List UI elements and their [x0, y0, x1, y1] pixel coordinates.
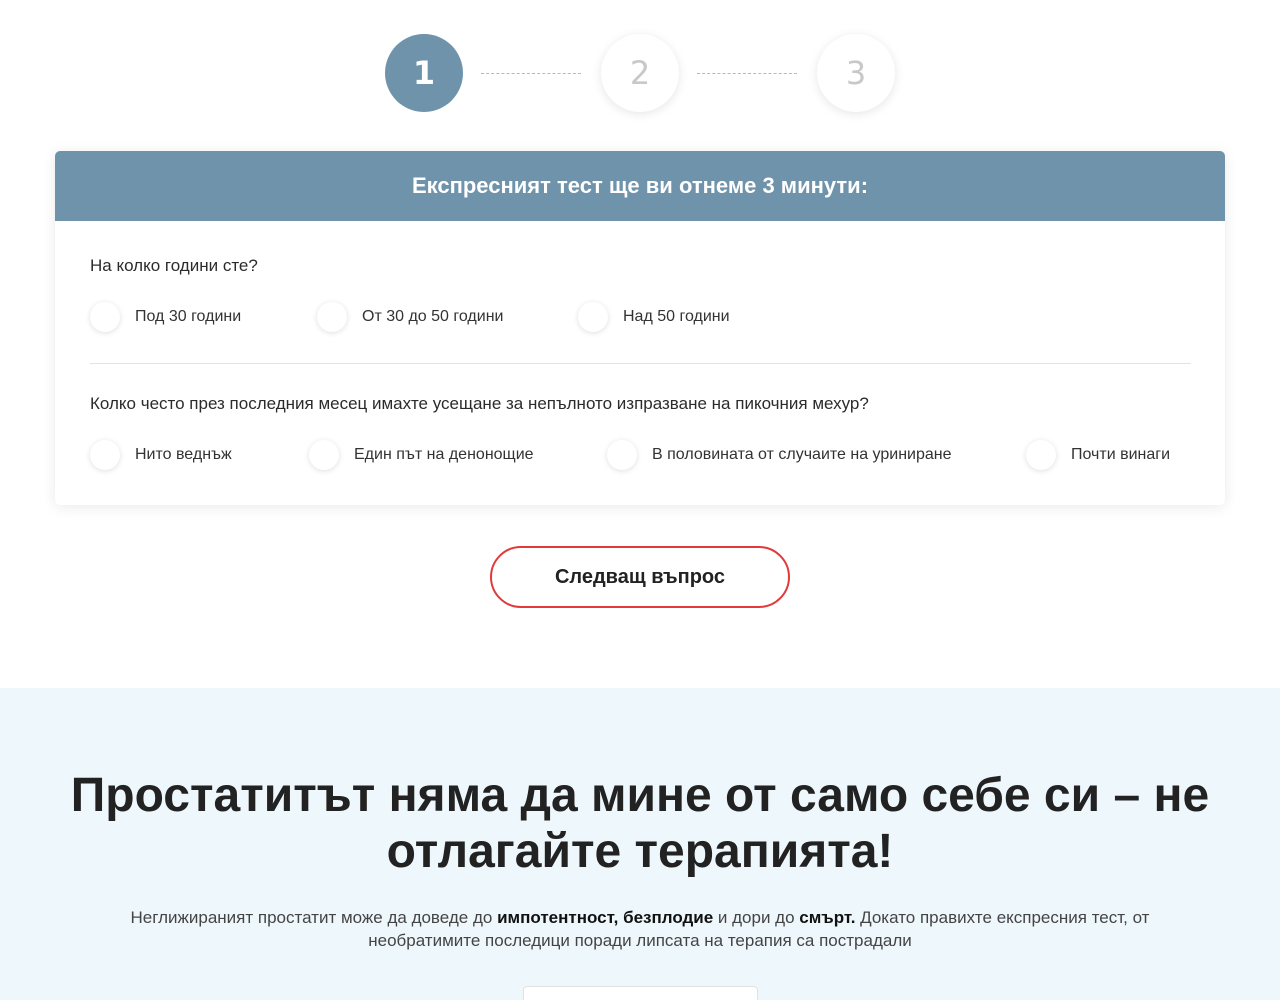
radio-button[interactable]: [578, 302, 608, 332]
question-bladder: Колко често през последния месец имахте …: [90, 394, 869, 413]
option-label: Почти винаги: [1071, 446, 1171, 463]
info-text-part: Докато правихте експресния тест, от: [855, 908, 1150, 927]
radio-button[interactable]: [90, 302, 120, 332]
next-question-button[interactable]: Следващ въпрос: [490, 546, 790, 608]
info-text: Неглижираният простатит може да доведе д…: [80, 906, 1200, 952]
option-30-to-50[interactable]: От 30 до 50 години: [317, 302, 503, 332]
info-text-bold: смърт.: [799, 908, 856, 927]
option-label: В половината от случаите на уриниране: [652, 446, 952, 463]
option-label: Нито веднъж: [135, 446, 232, 463]
step-1: 1: [385, 34, 463, 112]
info-heading: Простатитът няма да мине от само себе си…: [40, 768, 1240, 880]
info-section: Простатитът няма да мине от само себе си…: [0, 688, 1280, 1000]
info-heading-line1: Простатитът няма да мине от само себе си…: [70, 769, 1210, 822]
radio-button[interactable]: [1026, 440, 1056, 470]
quiz-header: Експресният тест ще ви отнеме 3 минути:: [55, 151, 1225, 221]
option-once-a-day[interactable]: Един път на денонощие: [309, 440, 534, 470]
quiz-card: Експресният тест ще ви отнеме 3 минути: …: [55, 151, 1225, 505]
info-heading-line2: отлагайте терапията!: [386, 825, 894, 878]
radio-button[interactable]: [90, 440, 120, 470]
info-text-part: и дори до: [713, 908, 800, 927]
step-2: 2: [601, 34, 679, 112]
step-connector: [697, 73, 797, 74]
option-label: Над 50 години: [623, 308, 730, 325]
radio-button[interactable]: [317, 302, 347, 332]
radio-button[interactable]: [607, 440, 637, 470]
option-under-30[interactable]: Под 30 години: [90, 302, 241, 332]
step-connector: [481, 73, 581, 74]
progress-stepper: 1 2 3: [0, 34, 1280, 112]
option-label: Под 30 години: [135, 308, 242, 325]
info-text-part: Неглижираният простатит може да доведе д…: [130, 908, 498, 927]
info-text-line2: необратимите последици поради липсата на…: [368, 931, 912, 950]
question-divider: [90, 363, 1191, 364]
step-3: 3: [817, 34, 895, 112]
counter-box: [523, 986, 758, 1000]
option-never[interactable]: Нито веднъж: [90, 440, 232, 470]
option-half-the-time[interactable]: В половината от случаите на уриниране: [607, 440, 952, 470]
option-label: От 30 до 50 години: [362, 308, 504, 325]
info-text-bold: импотентност, безплодие: [497, 908, 714, 927]
question-age: На колко години сте?: [90, 256, 258, 275]
option-over-50[interactable]: Над 50 години: [578, 302, 730, 332]
radio-button[interactable]: [309, 440, 339, 470]
option-almost-always[interactable]: Почти винаги: [1026, 440, 1170, 470]
option-label: Един път на денонощие: [354, 446, 534, 463]
